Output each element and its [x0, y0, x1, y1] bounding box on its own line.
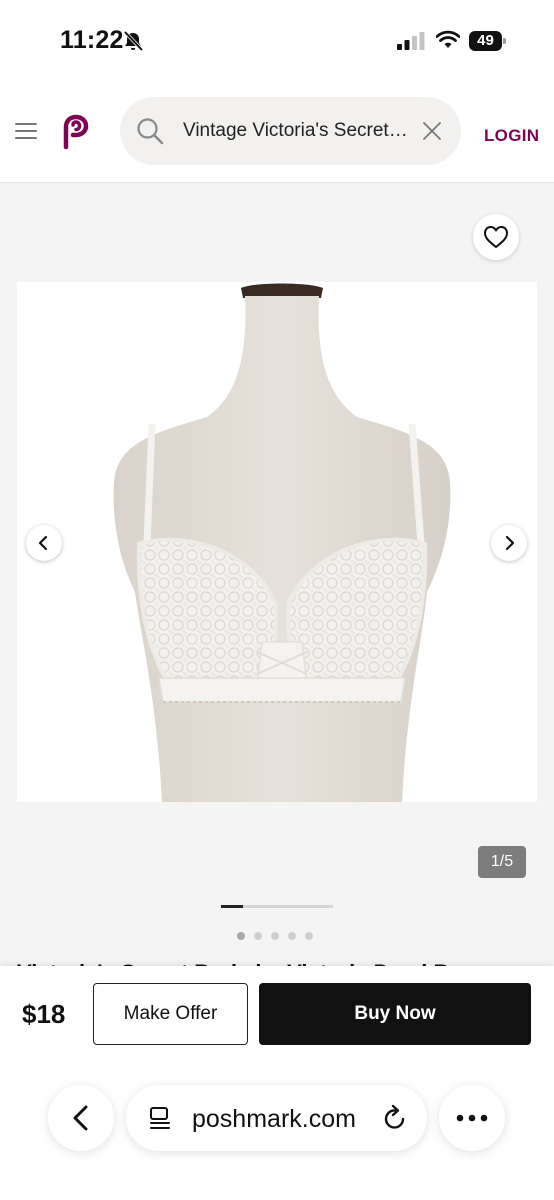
- poshmark-logo-icon[interactable]: [60, 113, 94, 151]
- price: $18: [22, 999, 66, 1029]
- image-counter: 1/5: [478, 846, 526, 878]
- reload-icon[interactable]: [382, 1104, 408, 1132]
- chevron-left-icon: [38, 535, 48, 551]
- reader-icon[interactable]: [148, 1106, 172, 1130]
- url-text[interactable]: poshmark.com: [192, 1105, 356, 1134]
- gallery-progress: [221, 905, 333, 908]
- search-query[interactable]: Vintage Victoria's Secret Body by Victor…: [183, 120, 408, 142]
- more-icon: [456, 1114, 488, 1122]
- gallery-dot[interactable]: [237, 932, 245, 940]
- make-offer-button[interactable]: Make Offer: [93, 983, 248, 1045]
- next-image-button[interactable]: [491, 525, 527, 561]
- image-gallery: 1/5: [0, 184, 554, 962]
- gallery-dot[interactable]: [271, 932, 279, 940]
- product-photo[interactable]: [17, 282, 537, 802]
- gallery-dots: [237, 932, 327, 942]
- battery-level: 49: [477, 32, 494, 49]
- clear-icon[interactable]: [423, 122, 441, 140]
- signal-icon: [397, 32, 425, 50]
- heart-icon: [484, 226, 508, 248]
- status-bar: 11:22 49: [0, 0, 554, 80]
- gallery-progress-fill: [221, 905, 244, 908]
- product-image: [113, 283, 451, 802]
- gallery-dot[interactable]: [254, 932, 262, 940]
- address-bar[interactable]: poshmark.com: [126, 1085, 427, 1151]
- wifi-icon: [436, 30, 460, 48]
- menu-icon[interactable]: [15, 123, 37, 139]
- browser-toolbar: poshmark.com: [0, 1080, 554, 1200]
- status-time: 11:22: [60, 26, 124, 54]
- previous-image-button[interactable]: [26, 525, 62, 561]
- site-header: Vintage Victoria's Secret Body by Victor…: [0, 80, 554, 183]
- gallery-dot[interactable]: [305, 932, 313, 940]
- bell-muted-icon: [123, 30, 144, 52]
- buy-now-button[interactable]: Buy Now: [259, 983, 531, 1045]
- search-icon: [137, 118, 164, 145]
- gallery-dot[interactable]: [288, 932, 296, 940]
- back-icon: [73, 1105, 88, 1131]
- search-input[interactable]: Vintage Victoria's Secret Body by Victor…: [120, 97, 461, 165]
- chevron-right-icon: [505, 535, 515, 551]
- login-link[interactable]: LOGIN: [484, 126, 539, 146]
- browser-back-button[interactable]: [48, 1085, 114, 1151]
- battery-icon: 49: [469, 31, 506, 51]
- like-button[interactable]: [473, 214, 519, 260]
- more-options-button[interactable]: [439, 1085, 505, 1151]
